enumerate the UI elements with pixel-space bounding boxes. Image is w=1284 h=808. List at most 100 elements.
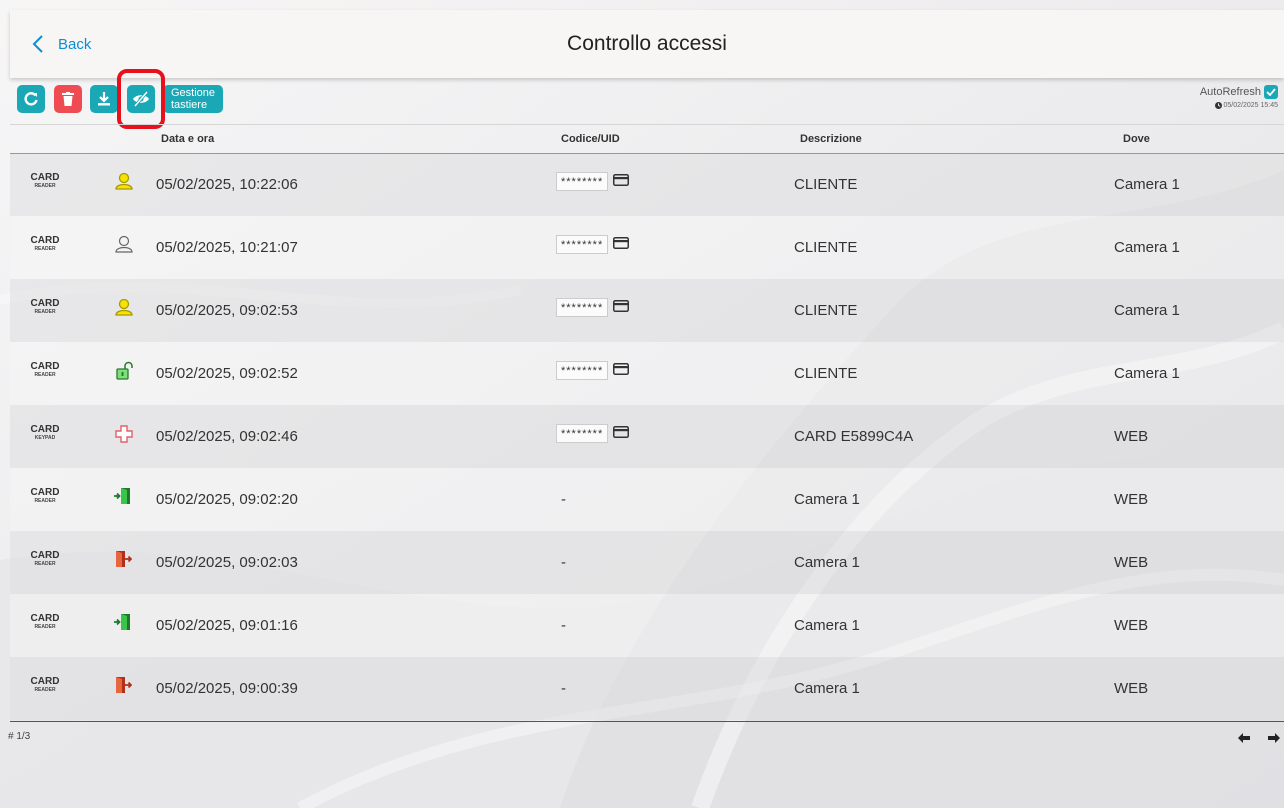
event-datetime: 05/02/2025, 09:02:46 <box>156 428 298 445</box>
arrow-right-icon <box>1268 733 1280 743</box>
table-row[interactable]: CARD READER 05/02/2025, 09:02:20 - Camera 1 W… <box>10 468 1284 531</box>
credit-card-icon[interactable] <box>613 236 630 253</box>
autorefresh-checkbox[interactable] <box>1264 85 1278 99</box>
refresh-icon <box>24 92 38 106</box>
description-cell: Camera 1 <box>794 617 860 634</box>
source-device: KEYPAD <box>34 435 56 441</box>
masked-code: ******** <box>556 172 609 191</box>
source-type: CARD <box>30 361 60 372</box>
download-icon <box>98 92 110 106</box>
table-row[interactable]: CARD KEYPAD 05/02/2025, 09:02:46 ******** CA… <box>10 405 1284 468</box>
user-yellow-icon <box>114 172 136 194</box>
source-type: CARD <box>30 550 60 561</box>
arrow-left-icon <box>1238 733 1250 743</box>
credit-card-icon[interactable] <box>613 299 630 316</box>
code-cell: - <box>561 554 566 571</box>
masked-code: ******** <box>556 298 609 317</box>
autorefresh-timestamp: 05/02/2025 15:45 <box>1223 102 1279 109</box>
masked-code: ******** <box>556 361 609 380</box>
event-datetime: 05/02/2025, 09:01:16 <box>156 617 298 634</box>
source-label: CARD READER <box>25 550 65 568</box>
col-header-dove[interactable]: Dove <box>1123 133 1150 145</box>
unlock-icon <box>114 361 136 383</box>
source-type: CARD <box>30 298 60 309</box>
code-cell: ******** <box>556 172 630 191</box>
source-label: CARD READER <box>25 487 65 505</box>
source-type: CARD <box>30 235 60 246</box>
description-cell: CLIENTE <box>794 365 858 382</box>
table-row[interactable]: CARD READER 05/02/2025, 10:22:06 ******** CL… <box>10 153 1284 216</box>
table-footer-divider <box>10 721 1284 722</box>
description-cell: Camera 1 <box>794 491 860 508</box>
table-row[interactable]: CARD READER 05/02/2025, 09:02:03 - Camera 1 W… <box>10 531 1284 594</box>
description-cell: CARD E5899C4A <box>794 428 914 445</box>
source-type: CARD <box>30 613 60 624</box>
event-datetime: 05/02/2025, 09:02:53 <box>156 302 298 319</box>
masked-code: ******** <box>556 424 609 443</box>
location-cell: WEB <box>1114 554 1149 571</box>
source-label: CARD READER <box>25 613 65 631</box>
location-cell: Camera 1 <box>1114 365 1180 382</box>
location-cell: Camera 1 <box>1114 176 1180 193</box>
table-body: CARD READER 05/02/2025, 10:22:06 ******** CL… <box>10 153 1284 720</box>
table-row[interactable]: CARD READER 05/02/2025, 09:00:39 - Camera 1 W… <box>10 657 1284 720</box>
user-yellow-icon <box>114 298 136 320</box>
table-row[interactable]: CARD READER 05/02/2025, 09:02:53 ******** CL… <box>10 279 1284 342</box>
event-datetime: 05/02/2025, 09:02:03 <box>156 554 298 571</box>
code-cell: ******** <box>556 361 630 380</box>
table-row[interactable]: CARD READER 05/02/2025, 10:21:07 ******** CL… <box>10 216 1284 279</box>
table-row[interactable]: CARD READER 05/02/2025, 09:02:52 ******** CL… <box>10 342 1284 405</box>
source-type: CARD <box>30 172 60 183</box>
door-exit-icon <box>114 676 136 698</box>
credit-card-icon[interactable] <box>613 362 630 379</box>
source-device: READER <box>34 687 56 693</box>
description-cell: CLIENTE <box>794 302 858 319</box>
header-bar: Back Controllo accessi <box>10 10 1284 78</box>
next-page-button[interactable] <box>1268 730 1280 748</box>
download-button[interactable] <box>90 85 118 113</box>
event-datetime: 05/02/2025, 09:02:20 <box>156 491 298 508</box>
source-device: READER <box>34 498 56 504</box>
source-type: CARD <box>30 676 60 687</box>
location-cell: WEB <box>1114 428 1149 445</box>
source-type: CARD <box>30 424 60 435</box>
credit-card-icon[interactable] <box>613 425 630 442</box>
refresh-button[interactable] <box>17 85 45 113</box>
masked-code: ******** <box>556 235 609 254</box>
source-label: CARD READER <box>25 361 65 379</box>
source-label: CARD READER <box>25 172 65 190</box>
location-cell: Camera 1 <box>1114 302 1180 319</box>
delete-button[interactable] <box>54 85 82 113</box>
col-header-desc[interactable]: Descrizione <box>800 133 862 145</box>
add-cross-icon <box>114 424 136 446</box>
code-cell: ******** <box>556 235 630 254</box>
prev-page-button[interactable] <box>1238 730 1250 748</box>
col-header-date[interactable]: Data e ora <box>161 133 214 145</box>
code-cell: - <box>561 680 566 697</box>
event-datetime: 05/02/2025, 09:00:39 <box>156 680 298 697</box>
door-enter-icon <box>114 613 136 635</box>
source-label: CARD KEYPAD <box>25 424 65 442</box>
check-icon <box>1266 88 1276 96</box>
code-cell: ******** <box>556 424 630 443</box>
code-cell: - <box>561 491 566 508</box>
highlight-box <box>117 69 165 129</box>
source-device: READER <box>34 183 56 189</box>
trash-icon <box>62 92 74 106</box>
source-type: CARD <box>30 487 60 498</box>
location-cell: Camera 1 <box>1114 239 1180 256</box>
autorefresh-panel: AutoRefresh 05/02/2025 15:45 <box>1200 85 1278 109</box>
code-cell: - <box>561 617 566 634</box>
source-label: CARD READER <box>25 298 65 316</box>
source-label: CARD READER <box>25 676 65 694</box>
table-row[interactable]: CARD READER 05/02/2025, 09:01:16 - Camera 1 W… <box>10 594 1284 657</box>
code-cell: ******** <box>556 298 630 317</box>
credit-card-icon[interactable] <box>613 173 630 190</box>
gestione-tastiere-button[interactable]: Gestione tastiere <box>163 85 224 113</box>
door-enter-icon <box>114 487 136 509</box>
col-header-code[interactable]: Codice/UID <box>561 133 620 145</box>
event-datetime: 05/02/2025, 10:21:07 <box>156 239 298 256</box>
description-cell: Camera 1 <box>794 680 860 697</box>
door-exit-icon <box>114 550 136 572</box>
location-cell: WEB <box>1114 680 1149 697</box>
